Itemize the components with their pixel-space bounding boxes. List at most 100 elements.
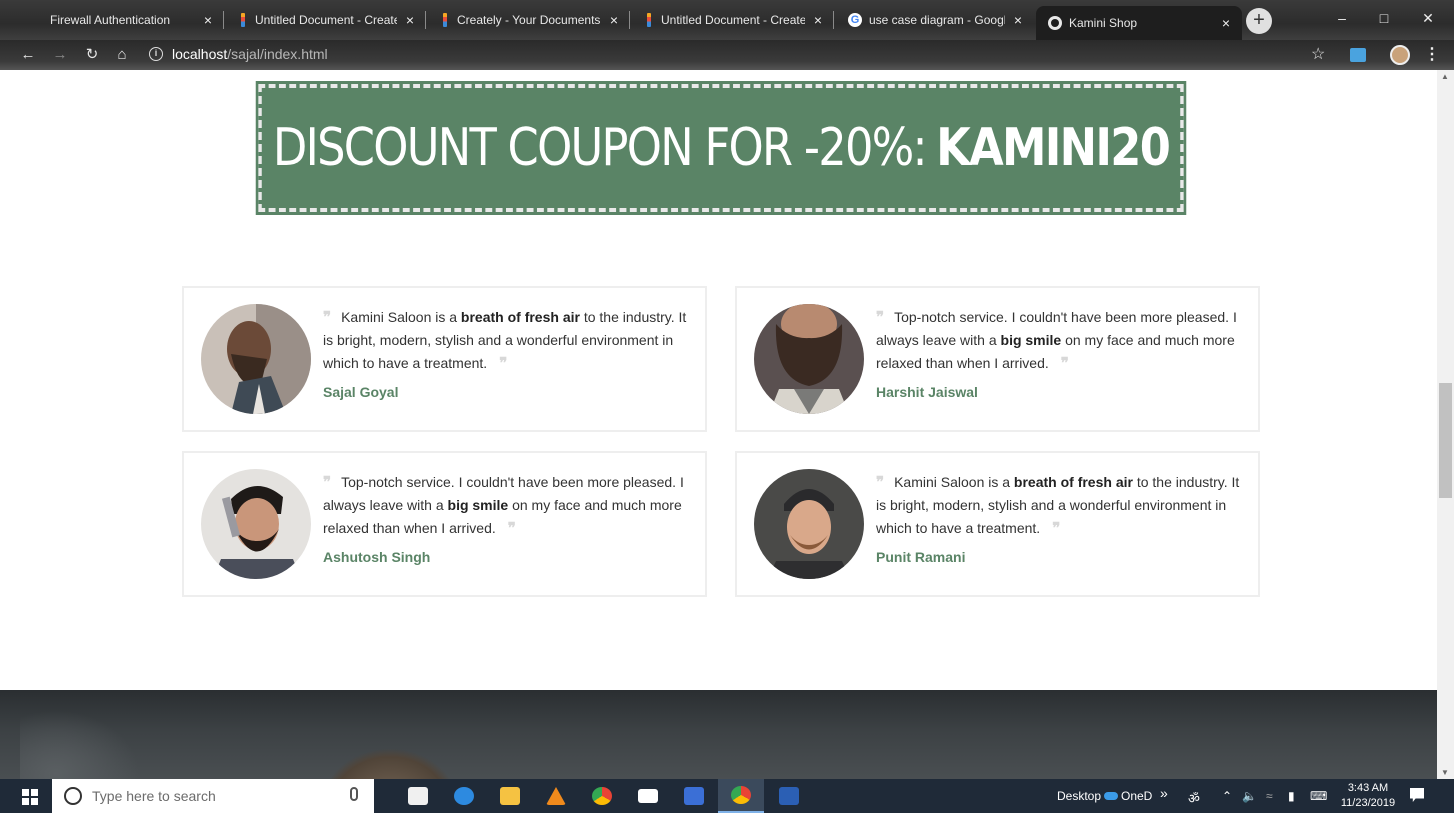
- tab-title: Untitled Document - Creately: [661, 13, 805, 27]
- taskbar-search-box[interactable]: Type here to search: [52, 779, 374, 813]
- kebab-menu-icon[interactable]: ⋮: [1424, 44, 1440, 64]
- back-icon[interactable]: ←: [18, 45, 38, 65]
- testimonial-quote: ❞ Kamini Saloon is a breath of fresh air …: [323, 308, 687, 372]
- google-icon: G: [848, 13, 862, 27]
- tab-google-search[interactable]: G use case diagram - Google S ×: [836, 4, 1034, 36]
- testimonial-card: ❞ Top-notch service. I couldn't have been…: [182, 451, 707, 597]
- testimonial-author: Punit Ramani: [876, 549, 966, 565]
- open-quote-icon: ❞: [876, 473, 885, 491]
- show-hidden-icons-icon[interactable]: ⌃: [1222, 789, 1232, 803]
- close-quote-icon: ❞: [507, 519, 516, 537]
- close-icon[interactable]: ×: [608, 12, 620, 28]
- testimonial-author: Harshit Jaiswal: [876, 384, 978, 400]
- minimize-button[interactable]: –: [1322, 4, 1362, 32]
- avatar: [201, 469, 311, 579]
- tab-title: Firewall Authentication: [50, 13, 171, 27]
- tab-creately-your-documents[interactable]: Creately - Your Documents ×: [428, 4, 630, 36]
- reload-icon[interactable]: ↻: [82, 45, 102, 65]
- url-path: /sajal/index.html: [227, 46, 328, 62]
- close-icon[interactable]: ×: [1220, 15, 1232, 31]
- open-quote-icon: ❞: [323, 308, 332, 326]
- onedrive-toolbar[interactable]: OneD: [1104, 789, 1152, 803]
- tab-untitled-document-1[interactable]: Untitled Document - Creately ×: [226, 4, 426, 36]
- cortana-icon: [64, 787, 82, 805]
- close-icon[interactable]: ×: [812, 12, 824, 28]
- info-icon[interactable]: i: [149, 47, 163, 61]
- bookmark-star-icon[interactable]: ☆: [1311, 44, 1325, 64]
- avatar: [754, 304, 864, 414]
- desktop-toolbar-label[interactable]: Desktop: [1057, 789, 1101, 803]
- toolbar-chevron-icon[interactable]: »: [1160, 785, 1168, 801]
- clock-date: 11/23/2019: [1340, 797, 1396, 809]
- scroll-down-icon[interactable]: ▼: [1441, 768, 1449, 777]
- tab-untitled-document-2[interactable]: Untitled Document - Creately ×: [632, 4, 834, 36]
- windows-start-icon[interactable]: [22, 789, 38, 805]
- people-icon[interactable]: ॐ: [1188, 789, 1200, 807]
- chrome-active-app-icon[interactable]: [718, 779, 764, 813]
- url-host: localhost: [172, 46, 228, 62]
- word-app-icon[interactable]: [766, 779, 812, 813]
- browser-tab-bar: Firewall Authentication × Untitled Docum…: [0, 0, 1454, 40]
- testimonial-author: Sajal Goyal: [323, 384, 399, 400]
- close-quote-icon: ❞: [1060, 354, 1069, 372]
- avatar: [201, 304, 311, 414]
- tab-firewall-authentication[interactable]: Firewall Authentication ×: [38, 4, 224, 36]
- edge-app-icon[interactable]: [441, 779, 487, 813]
- globe-icon: [1048, 16, 1062, 30]
- testimonial-author: Ashutosh Singh: [323, 549, 431, 565]
- testimonial-quote: ❞ Top-notch service. I couldn't have been…: [323, 473, 684, 537]
- mail-app-icon[interactable]: [625, 779, 671, 813]
- vertical-scrollbar[interactable]: ▲ ▼: [1437, 70, 1454, 779]
- page-viewport: DISCOUNT COUPON FOR -20%: KAMINI20 ❞ Kamin…: [0, 70, 1437, 779]
- close-icon[interactable]: ×: [404, 12, 416, 28]
- windows-taskbar: Type here to search Desktop OneD » ॐ ⌃ 🔈…: [0, 779, 1454, 813]
- keyboard-icon[interactable]: ⌨: [1310, 789, 1327, 803]
- testimonial-card: ❞ Kamini Saloon is a breath of fresh air …: [735, 451, 1260, 597]
- forward-icon[interactable]: →: [50, 45, 70, 65]
- new-tab-button[interactable]: +: [1246, 8, 1272, 34]
- battery-icon[interactable]: ▮: [1288, 789, 1295, 803]
- tab-title: Untitled Document - Creately: [255, 13, 397, 27]
- close-quote-icon: ❞: [499, 354, 508, 372]
- testimonial-card: ❞ Top-notch service. I couldn't have been…: [735, 286, 1260, 432]
- microphone-icon[interactable]: [350, 787, 358, 801]
- profile-avatar-icon[interactable]: [1390, 45, 1410, 65]
- close-quote-icon: ❞: [1052, 519, 1061, 537]
- store-app-icon[interactable]: [395, 779, 441, 813]
- tab-title: use case diagram - Google S: [869, 13, 1005, 27]
- file-explorer-icon[interactable]: [487, 779, 533, 813]
- chrome-app-icon[interactable]: [579, 779, 625, 813]
- close-icon[interactable]: ×: [202, 12, 214, 28]
- coupon-prefix: DISCOUNT COUPON FOR -20%:: [272, 118, 928, 178]
- wifi-icon[interactable]: ≈: [1266, 789, 1273, 803]
- search-placeholder: Type here to search: [92, 788, 216, 804]
- window-close-button[interactable]: ✕: [1408, 4, 1448, 32]
- creately-icon: [440, 13, 450, 27]
- tab-title: Creately - Your Documents: [457, 13, 601, 27]
- url-field[interactable]: localhost/sajal/index.html: [172, 46, 328, 62]
- close-icon[interactable]: ×: [1012, 12, 1024, 28]
- tab-kamini-shop[interactable]: Kamini Shop ×: [1036, 6, 1242, 40]
- vscode-app-icon[interactable]: [671, 779, 717, 813]
- volume-icon[interactable]: 🔈: [1242, 789, 1257, 803]
- extension-icon[interactable]: [1350, 48, 1366, 62]
- open-quote-icon: ❞: [323, 473, 332, 491]
- taskbar-clock[interactable]: 3:43 AM 11/23/2019: [1340, 781, 1396, 811]
- maximize-button[interactable]: □: [1364, 4, 1404, 32]
- scrollbar-thumb[interactable]: [1439, 383, 1452, 498]
- testimonial-quote: ❞ Kamini Saloon is a breath of fresh air …: [876, 473, 1240, 537]
- open-quote-icon: ❞: [876, 308, 885, 326]
- browser-toolbar: ← → ↻ ⌂ i localhost/sajal/index.html ☆ ⋮: [0, 40, 1454, 70]
- scroll-up-icon[interactable]: ▲: [1441, 72, 1449, 81]
- testimonial-quote: ❞ Top-notch service. I couldn't have been…: [876, 308, 1237, 372]
- home-icon[interactable]: ⌂: [112, 45, 132, 65]
- testimonial-card: ❞ Kamini Saloon is a breath of fresh air …: [182, 286, 707, 432]
- creately-icon: [644, 13, 654, 27]
- tab-title: Kamini Shop: [1069, 16, 1138, 30]
- avatar: [754, 469, 864, 579]
- coupon-code: KAMINI20: [936, 118, 1171, 178]
- clock-time: 3:43 AM: [1347, 782, 1389, 794]
- action-center-icon[interactable]: [1410, 788, 1424, 802]
- vlc-app-icon[interactable]: [533, 779, 579, 813]
- onedrive-icon: [1104, 792, 1118, 800]
